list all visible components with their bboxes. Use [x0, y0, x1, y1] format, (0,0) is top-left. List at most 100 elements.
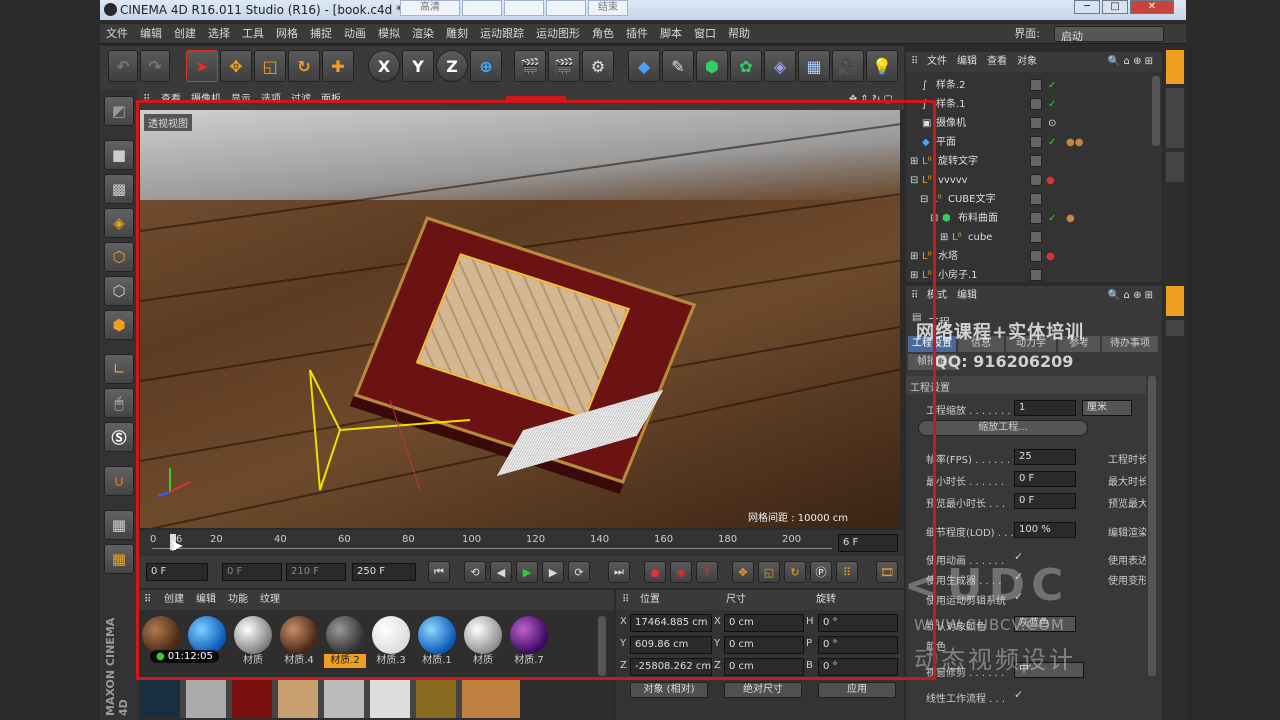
redo-button[interactable]: ↷ — [140, 50, 170, 82]
menu-file[interactable]: 文件 — [100, 24, 134, 44]
menu-sculpt[interactable]: 雕刻 — [440, 24, 474, 44]
menu-help[interactable]: 帮助 — [722, 24, 756, 44]
object-row[interactable]: ⊞ L⁰ cube — [906, 228, 1162, 247]
menu-simulate[interactable]: 模拟 — [372, 24, 406, 44]
close-button[interactable]: ✕ — [1130, 0, 1174, 14]
minimize-button[interactable]: ─ — [1074, 0, 1100, 14]
workplane-icon[interactable]: ◈ — [104, 208, 134, 238]
object-search-icon[interactable]: 🔍 ⌂ ⊕ ⊞ — [1103, 52, 1158, 72]
menu-select[interactable]: 选择 — [202, 24, 236, 44]
fps-field[interactable]: 25 — [1014, 449, 1076, 465]
move-tool-icon[interactable]: ✥ — [220, 50, 252, 82]
visibility-toggle[interactable] — [1030, 193, 1042, 205]
coordinate-system-icon[interactable]: ⊕ — [470, 50, 502, 82]
maximize-button[interactable]: □ — [1102, 0, 1128, 14]
min-time-field[interactable]: 0 F — [1014, 471, 1076, 487]
side-tab-attributes[interactable] — [1166, 286, 1184, 316]
object-row[interactable]: ∫ 样条.1 ✓ — [906, 95, 1162, 114]
model-mode-icon[interactable]: ■ — [104, 140, 134, 170]
menu-mesh[interactable]: 网格 — [270, 24, 304, 44]
tweak-mode-icon[interactable]: 🖱 — [104, 388, 134, 418]
object-menu-edit[interactable]: 编辑 — [952, 52, 982, 72]
menu-plugins[interactable]: 插件 — [620, 24, 654, 44]
light-icon[interactable]: 💡 — [866, 50, 898, 82]
visibility-toggle[interactable] — [1030, 117, 1042, 129]
polygons-mode-icon[interactable]: ⬢ — [104, 310, 134, 340]
object-menu-objects[interactable]: 对象 — [1012, 52, 1042, 72]
object-row[interactable]: ⊞ L⁰ 水塔 ● — [906, 247, 1162, 266]
grid-lock-icon[interactable]: ▦ — [104, 510, 134, 540]
material-tag-icon[interactable]: ●● — [1066, 133, 1083, 152]
title-tab-hd[interactable]: 高清 — [400, 0, 460, 16]
linear-workflow-checkbox[interactable]: ✓ — [1014, 688, 1023, 701]
expand-icon[interactable]: ⊞ — [940, 228, 948, 247]
axis-mode-icon[interactable]: ∟ — [104, 354, 134, 384]
menu-motion-tracking[interactable]: 运动跟踪 — [474, 24, 530, 44]
object-row[interactable]: ▣ 摄像机 ⊙ — [906, 114, 1162, 133]
spline-pen-icon[interactable]: ✎ — [662, 50, 694, 82]
menu-character[interactable]: 角色 — [586, 24, 620, 44]
select-tool-icon[interactable]: ➤ — [186, 50, 218, 82]
attr-scrollbar[interactable] — [1148, 376, 1156, 676]
menu-edit[interactable]: 编辑 — [134, 24, 168, 44]
side-tab-layers[interactable] — [1166, 320, 1184, 336]
x-axis-button[interactable]: X — [368, 50, 400, 82]
title-tab-end[interactable]: 结束 — [588, 0, 628, 16]
visibility-toggle[interactable] — [1030, 250, 1042, 262]
cloner-icon[interactable]: ✿ — [730, 50, 762, 82]
object-row[interactable]: ⊞ L⁰ 旋转文字 — [906, 152, 1162, 171]
material-tag-icon[interactable]: ● — [1066, 209, 1075, 228]
render-picture-viewer-icon[interactable]: 🎬 — [548, 50, 580, 82]
visibility-toggle[interactable] — [1030, 136, 1042, 148]
render-settings-icon[interactable]: ⚙ — [582, 50, 614, 82]
coordinate-mode-select[interactable]: 对象 (相对) — [630, 682, 708, 698]
side-tab-content-browser[interactable] — [1166, 88, 1184, 148]
side-tab-structure[interactable] — [1166, 152, 1184, 182]
visibility-toggle[interactable] — [1030, 79, 1042, 91]
floor-icon[interactable]: ▦ — [798, 50, 830, 82]
title-tab-2[interactable] — [462, 0, 502, 16]
z-axis-button[interactable]: Z — [436, 50, 468, 82]
object-menu-file[interactable]: 文件 — [922, 52, 952, 72]
menu-window[interactable]: 窗口 — [688, 24, 722, 44]
title-tab-4[interactable] — [546, 0, 586, 16]
subdivision-surface-icon[interactable]: ⬢ — [696, 50, 728, 82]
visibility-toggle[interactable] — [1030, 98, 1042, 110]
menu-create[interactable]: 创建 — [168, 24, 202, 44]
object-menu-view[interactable]: 查看 — [982, 52, 1012, 72]
scale-tool-icon[interactable]: ◱ — [254, 50, 286, 82]
edges-mode-icon[interactable]: ⬡ — [104, 276, 134, 306]
visibility-toggle[interactable] — [1030, 212, 1042, 224]
last-tool-icon[interactable]: ✚ — [322, 50, 354, 82]
texture-mode-icon[interactable]: ▩ — [104, 174, 134, 204]
cube-primitive-icon[interactable]: ◆ — [628, 50, 660, 82]
grid-snap-icon[interactable]: ▦ — [104, 544, 134, 574]
magnet-icon[interactable]: ∪ — [104, 466, 134, 496]
interface-select[interactable]: 启动 — [1054, 26, 1164, 43]
attr-search-icon[interactable]: 🔍 ⌂ ⊕ ⊞ — [1103, 286, 1158, 306]
scale-unit-select[interactable]: 厘米 — [1082, 400, 1132, 416]
undo-button[interactable]: ↶ — [108, 50, 138, 82]
menu-animate[interactable]: 动画 — [338, 24, 372, 44]
object-row[interactable]: ⊟ L⁰ CUBE文字 — [906, 190, 1162, 209]
scale-field[interactable]: 1 — [1014, 400, 1076, 416]
visibility-toggle[interactable] — [1030, 269, 1042, 281]
menu-script[interactable]: 脚本 — [654, 24, 688, 44]
attr-menu-edit[interactable]: 编辑 — [952, 286, 982, 306]
menu-snap[interactable]: 捕捉 — [304, 24, 338, 44]
lod-field[interactable]: 100 % — [1014, 522, 1076, 538]
object-row[interactable]: ◆ 平面 ✓ ●● — [906, 133, 1162, 152]
object-row[interactable]: ⊞ L⁰ 小房子.1 — [906, 266, 1162, 285]
rotate-tool-icon[interactable]: ↻ — [288, 50, 320, 82]
visibility-toggle[interactable] — [1030, 155, 1042, 167]
object-scrollbar[interactable] — [1152, 76, 1160, 146]
side-tab-objects[interactable] — [1166, 50, 1184, 84]
render-view-icon[interactable]: 🎬 — [514, 50, 546, 82]
object-row[interactable]: ∫ 样条.2 ✓ — [906, 76, 1162, 95]
points-mode-icon[interactable]: ⬡ — [104, 242, 134, 272]
object-row[interactable]: ⊟ L⁰ vvvvv ● — [906, 171, 1162, 190]
y-axis-button[interactable]: Y — [402, 50, 434, 82]
menu-tools[interactable]: 工具 — [236, 24, 270, 44]
make-editable-icon[interactable]: ◩ — [104, 96, 134, 126]
scale-project-button[interactable]: 缩放工程... — [918, 420, 1088, 436]
